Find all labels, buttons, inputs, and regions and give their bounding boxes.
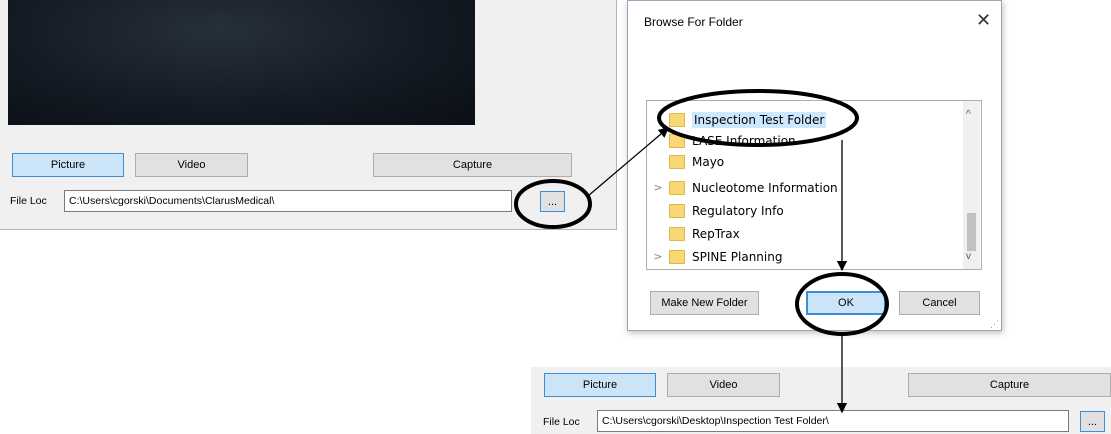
folder-icon — [669, 226, 685, 241]
tree-folder-item[interactable]: RepTrax — [647, 223, 740, 244]
browse-for-folder-dialog: Browse For Folder ✕ Inspection Test Fold… — [627, 0, 1002, 331]
ok-button[interactable]: OK — [806, 291, 886, 315]
capture-button[interactable]: Capture — [373, 153, 572, 177]
dialog-title: Browse For Folder — [644, 15, 743, 29]
scroll-thumb[interactable] — [967, 213, 976, 251]
tree-folder-item[interactable]: Mayo — [647, 151, 724, 172]
tree-folder-label: RepTrax — [692, 226, 740, 241]
folder-icon — [669, 249, 685, 264]
tree-folder-label: SPINE Planning — [692, 249, 783, 264]
scroll-up-icon[interactable]: ^ — [966, 109, 971, 120]
tree-scrollbar[interactable]: ^ v — [963, 101, 980, 269]
resize-grip-icon[interactable]: ⋰ — [990, 319, 999, 330]
tree-folder-label: LASE Information — [692, 133, 796, 148]
browse-button-result[interactable]: ... — [1080, 411, 1105, 432]
folder-icon — [669, 112, 685, 127]
folder-icon — [669, 203, 685, 218]
folder-tree[interactable]: Inspection Test Folder LASE Information Ma… — [646, 100, 982, 270]
tree-folder-item[interactable]: LASE Information — [647, 130, 796, 151]
file-loc-label-result: File Loc — [543, 416, 580, 428]
chevron-right-icon[interactable]: > — [647, 250, 669, 263]
file-loc-label: File Loc — [10, 195, 47, 207]
folder-icon — [669, 180, 685, 195]
tree-folder-label: Inspection Test Folder — [692, 111, 827, 128]
folder-icon — [669, 133, 685, 148]
tree-folder-label: Nucleotome Information — [692, 180, 838, 195]
close-icon[interactable]: ✕ — [976, 10, 991, 31]
file-loc-field-result[interactable]: C:\Users\cgorski\Desktop\Inspection Test… — [597, 410, 1069, 432]
tree-folder-item[interactable]: > Nucleotome Information — [647, 177, 838, 198]
picture-button-result[interactable]: Picture — [544, 373, 656, 397]
tree-folder-item[interactable]: Inspection Test Folder — [647, 109, 827, 130]
capture-button-result[interactable]: Capture — [908, 373, 1111, 397]
tree-folder-label: Mayo — [692, 154, 725, 169]
browse-button[interactable]: ... — [540, 191, 565, 212]
video-button-result[interactable]: Video — [667, 373, 780, 397]
video-preview — [8, 0, 475, 125]
cancel-button[interactable]: Cancel — [899, 291, 980, 315]
tree-folder-item[interactable]: > SPINE Planning — [647, 246, 782, 267]
folder-icon — [669, 154, 685, 169]
chevron-right-icon[interactable]: > — [647, 181, 669, 194]
video-button[interactable]: Video — [135, 153, 248, 177]
file-loc-field[interactable]: C:\Users\cgorski\Documents\ClarusMedical… — [64, 190, 512, 212]
picture-button[interactable]: Picture — [12, 153, 124, 177]
tree-folder-item[interactable]: Regulatory Info — [647, 200, 784, 221]
camera-app-panel-result: Picture Video Capture File Loc C:\Users\… — [531, 367, 1111, 434]
make-new-folder-button[interactable]: Make New Folder — [650, 291, 759, 315]
tree-folder-label: Regulatory Info — [692, 203, 784, 218]
scroll-down-icon[interactable]: v — [966, 251, 971, 262]
camera-app-panel: Picture Video Capture File Loc C:\Users\… — [0, 0, 617, 230]
